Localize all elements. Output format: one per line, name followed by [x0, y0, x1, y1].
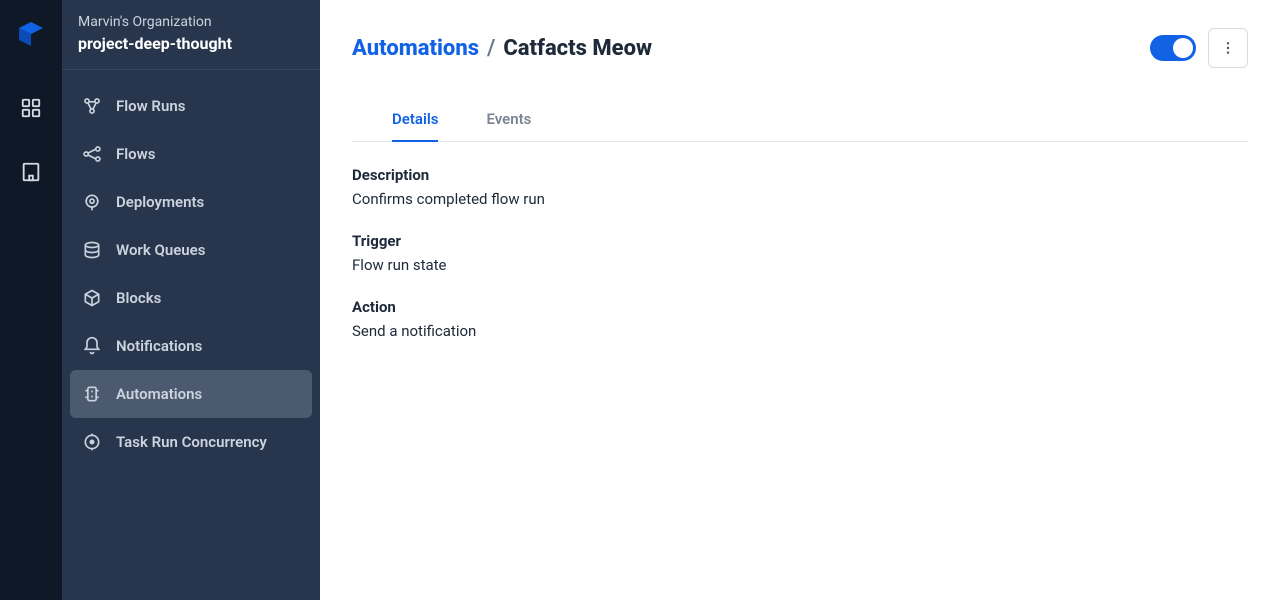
flow-runs-icon	[82, 96, 102, 116]
toggle-knob	[1173, 38, 1193, 58]
deployments-icon	[82, 192, 102, 212]
breadcrumb: Automations / Catfacts Meow	[352, 36, 652, 61]
breadcrumb-parent-link[interactable]: Automations	[352, 36, 479, 61]
organization-name: Marvin's Organization	[78, 14, 304, 30]
nav-list: Flow Runs Flows Deployments	[62, 70, 320, 478]
sidebar-item-work-queues[interactable]: Work Queues	[70, 226, 312, 274]
sidebar-item-label: Deployments	[116, 193, 204, 211]
sidebar-item-label: Task Run Concurrency	[116, 433, 267, 451]
description-label: Description	[352, 166, 1248, 184]
more-actions-button[interactable]	[1208, 28, 1248, 68]
notifications-icon	[82, 336, 102, 356]
automations-icon	[82, 384, 102, 404]
sidebar-item-label: Automations	[116, 385, 202, 403]
description-section: Description Confirms completed flow run	[352, 166, 1248, 208]
trigger-section: Trigger Flow run state	[352, 232, 1248, 274]
action-section: Action Send a notification	[352, 298, 1248, 340]
breadcrumb-separator: /	[487, 36, 495, 61]
description-value: Confirms completed flow run	[352, 190, 1248, 208]
organization-icon[interactable]	[13, 154, 49, 190]
sidebar-item-label: Blocks	[116, 289, 161, 307]
trigger-label: Trigger	[352, 232, 1248, 250]
icon-rail	[0, 0, 62, 600]
project-name: project-deep-thought	[78, 34, 304, 53]
sidebar-item-label: Flow Runs	[116, 97, 185, 115]
sidebar-item-deployments[interactable]: Deployments	[70, 178, 312, 226]
sidebar-item-automations[interactable]: Automations	[70, 370, 312, 418]
flows-icon	[82, 144, 102, 164]
sidebar-item-flows[interactable]: Flows	[70, 130, 312, 178]
tab-details[interactable]: Details	[392, 100, 438, 142]
more-vertical-icon	[1220, 40, 1236, 56]
breadcrumb-current: Catfacts Meow	[503, 36, 652, 61]
workspace-header[interactable]: Marvin's Organization project-deep-thoug…	[62, 0, 320, 70]
main-content: Automations / Catfacts Meow Details Even…	[320, 0, 1280, 600]
sidebar-item-blocks[interactable]: Blocks	[70, 274, 312, 322]
automation-enabled-toggle[interactable]	[1150, 35, 1196, 61]
sidebar-item-task-run-concurrency[interactable]: Task Run Concurrency	[70, 418, 312, 466]
sidebar: Marvin's Organization project-deep-thoug…	[62, 0, 320, 600]
action-value: Send a notification	[352, 322, 1248, 340]
dashboard-icon[interactable]	[13, 90, 49, 126]
sidebar-item-label: Notifications	[116, 337, 202, 355]
tabs: Details Events	[352, 100, 1248, 142]
concurrency-icon	[82, 432, 102, 452]
header-actions	[1150, 28, 1248, 68]
app-logo-icon[interactable]	[13, 18, 49, 54]
sidebar-item-label: Flows	[116, 145, 155, 163]
sidebar-item-label: Work Queues	[116, 241, 205, 259]
sidebar-item-notifications[interactable]: Notifications	[70, 322, 312, 370]
action-label: Action	[352, 298, 1248, 316]
tab-events[interactable]: Events	[486, 100, 531, 142]
sidebar-item-flow-runs[interactable]: Flow Runs	[70, 82, 312, 130]
page-header: Automations / Catfacts Meow	[352, 28, 1248, 68]
work-queues-icon	[82, 240, 102, 260]
trigger-value: Flow run state	[352, 256, 1248, 274]
blocks-icon	[82, 288, 102, 308]
